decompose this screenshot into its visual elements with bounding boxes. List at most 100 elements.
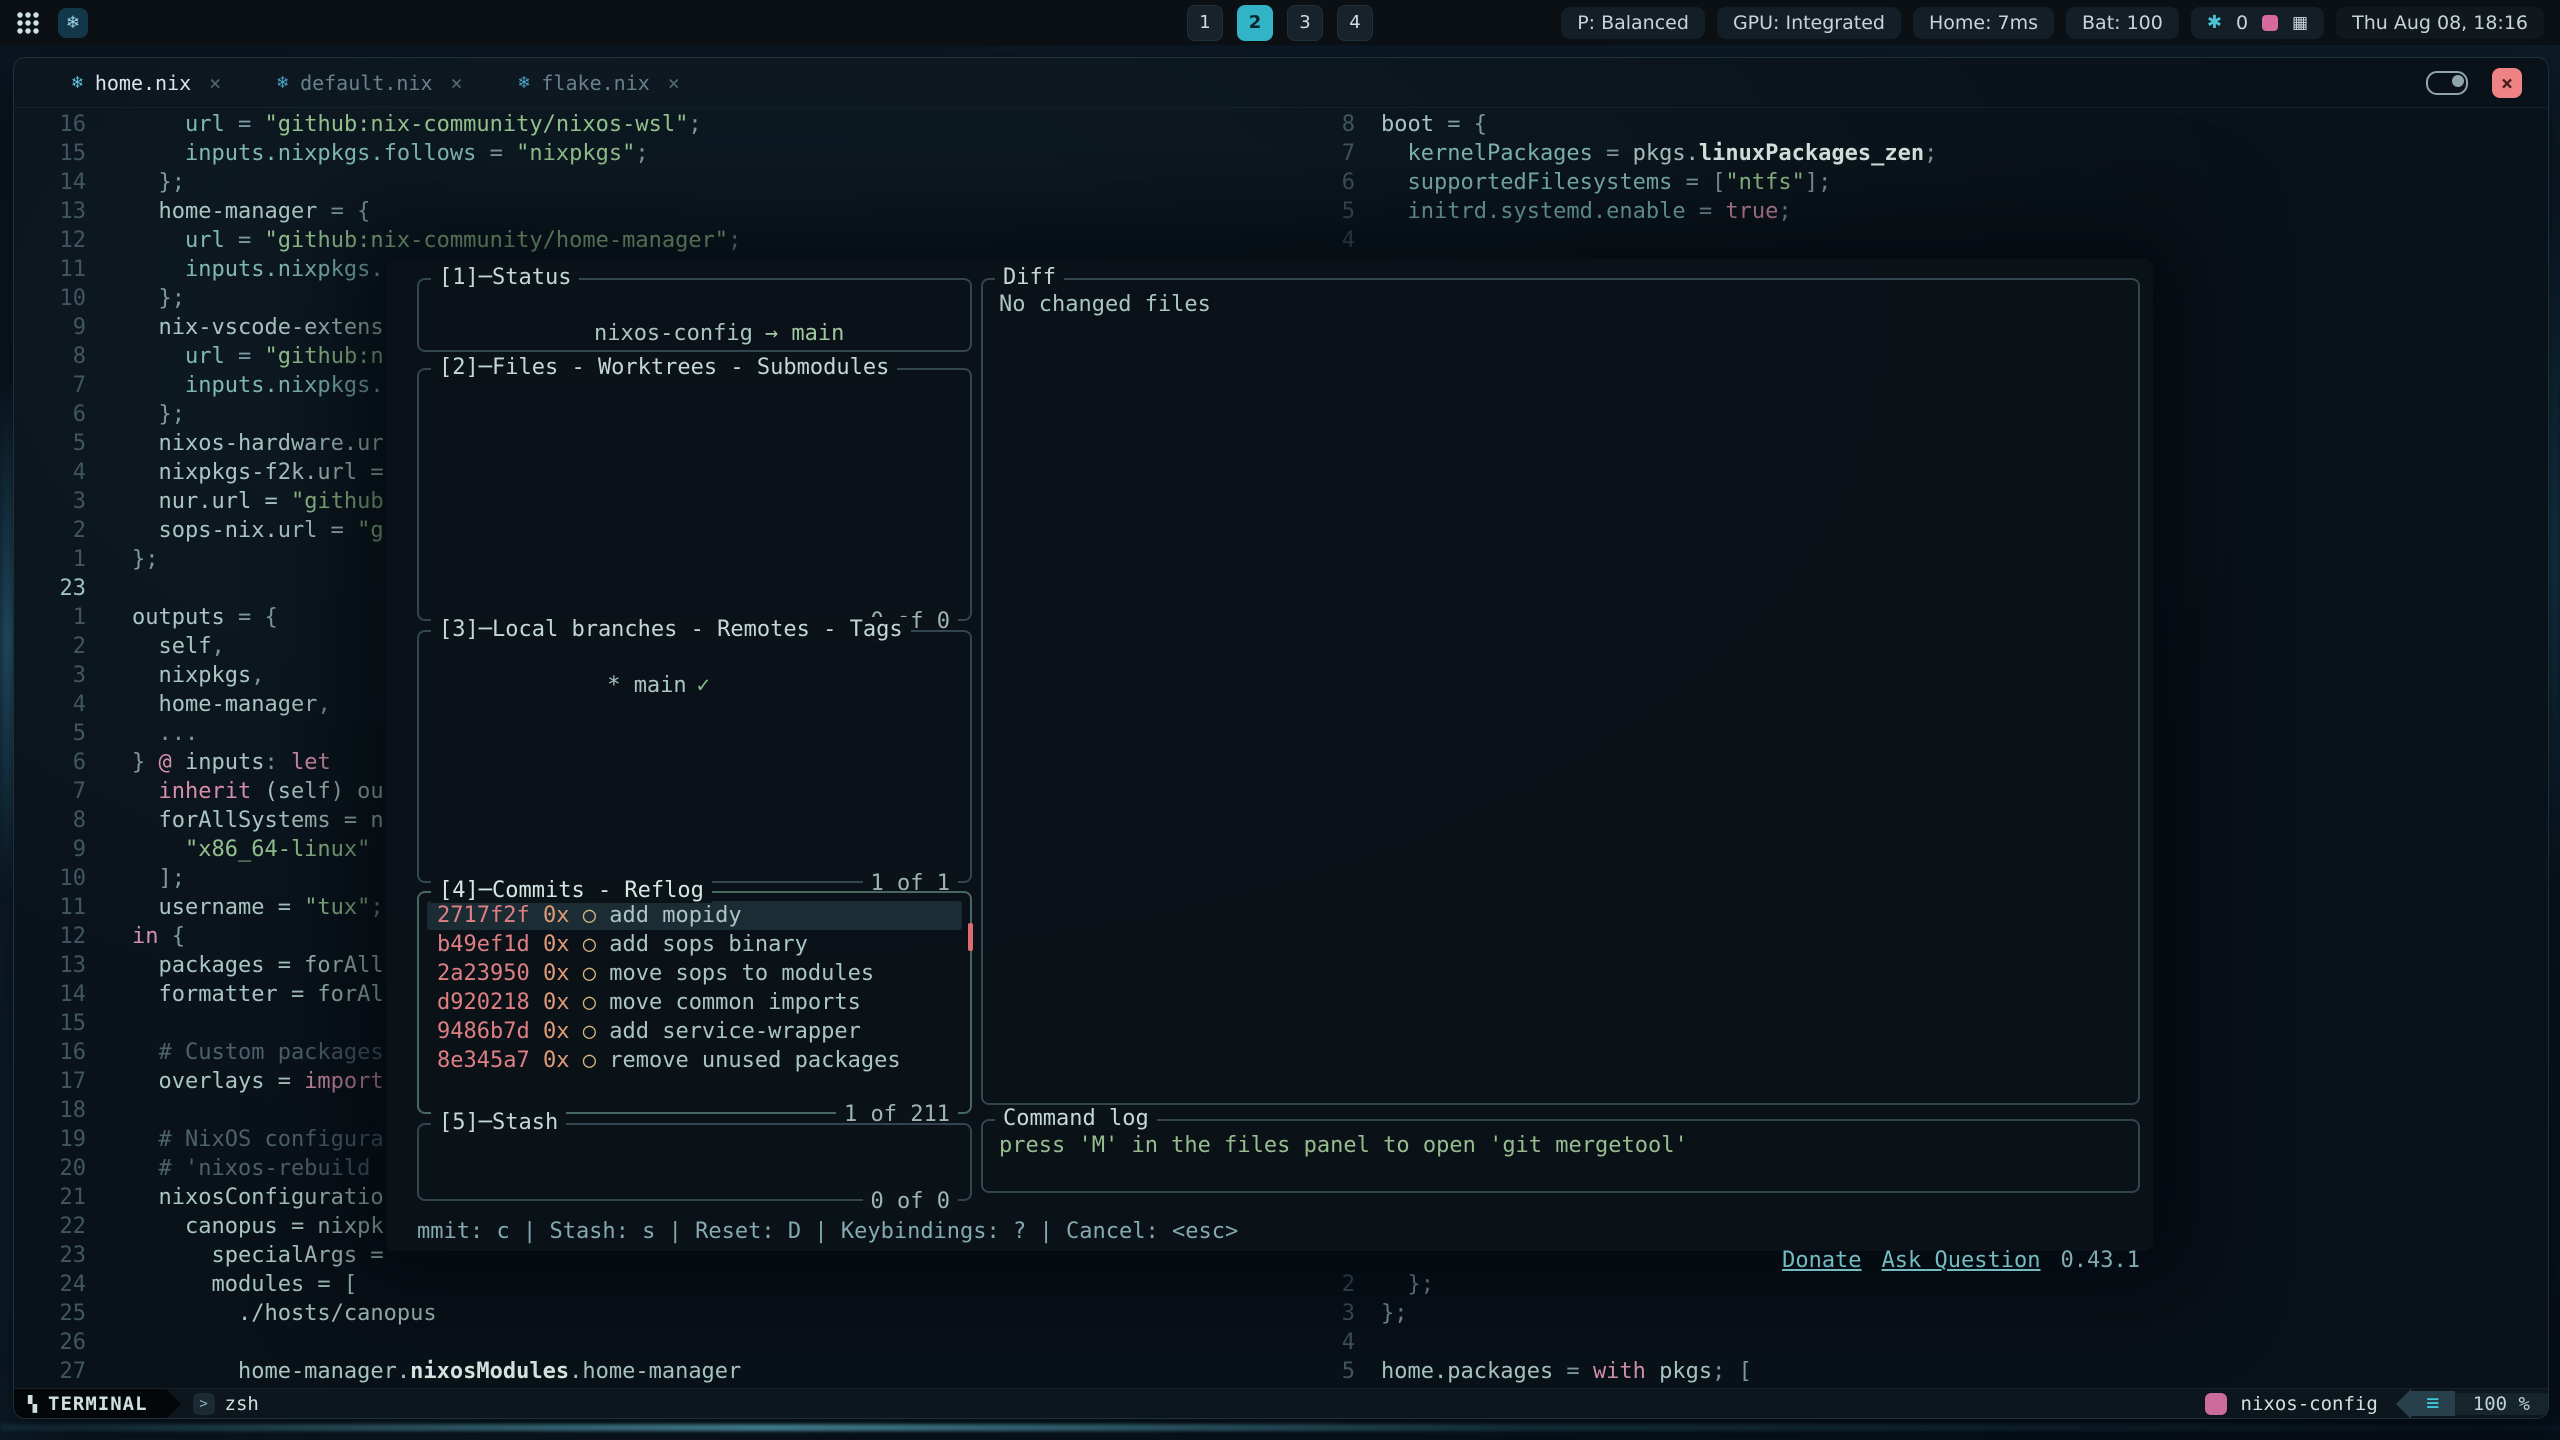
- code-text: nixosConfiguratio: [132, 1183, 384, 1212]
- apps-grid-icon[interactable]: ▦: [2292, 13, 2308, 33]
- nix-file-icon: ❄: [72, 72, 83, 93]
- commit-row[interactable]: 2a23950 0x ○ move sops to modules: [427, 959, 962, 988]
- line-number: 18: [14, 1096, 86, 1125]
- app-launcher-icon[interactable]: [16, 11, 40, 35]
- line-number: 8: [1307, 110, 1355, 139]
- lazygit-statusline: mmit: c | Stash: s | Reset: D | Keybindi…: [417, 1217, 2140, 1246]
- line-number: 12: [14, 226, 86, 255]
- commit-row[interactable]: b49ef1d 0x ○ add sops binary: [427, 930, 962, 959]
- tab-label: flake.nix: [541, 71, 649, 95]
- system-tray: ✱ 0 ▦: [2191, 7, 2324, 39]
- code-text: outputs = {: [132, 603, 278, 632]
- line-number: 15: [14, 139, 86, 168]
- line-number: 17: [14, 1067, 86, 1096]
- workspace-button-1[interactable]: 1: [1187, 5, 1223, 41]
- terminal-mode-indicator[interactable]: ▚ TERMINAL: [14, 1389, 166, 1418]
- lazygit-commits-panel[interactable]: [4]─Commits - Reflog 2717f2f 0x ○ add mo…: [417, 891, 972, 1114]
- float-toggle[interactable]: [2426, 71, 2468, 95]
- code-text: overlays = import: [132, 1067, 384, 1096]
- code-line: 3};: [1307, 1299, 2548, 1328]
- lazygit-status-panel[interactable]: [1]─Status nixos-config→ main: [417, 278, 972, 352]
- clock[interactable]: Thu Aug 08, 18:16: [2336, 7, 2544, 39]
- notification-count[interactable]: 0: [2236, 12, 2248, 34]
- commits-scrollbar[interactable]: [968, 923, 973, 951]
- lazygit-stash-panel[interactable]: [5]─Stash 0 of 0: [417, 1123, 972, 1201]
- code-text: modules = [: [132, 1270, 357, 1299]
- code-line: 4: [1307, 1328, 2548, 1357]
- line-number: 3: [14, 661, 86, 690]
- network-icon[interactable]: ✱: [2207, 12, 2222, 33]
- code-text: packages = forAll: [132, 951, 384, 980]
- code-text: inputs.nixpkgs.: [132, 255, 384, 284]
- line-number: 21: [14, 1183, 86, 1212]
- commit-list: 2717f2f 0x ○ add mopidyb49ef1d 0x ○ add …: [419, 893, 970, 1083]
- commit-row[interactable]: 9486b7d 0x ○ add service-wrapper: [427, 1017, 962, 1046]
- line-number: 16: [14, 1038, 86, 1067]
- donate-link[interactable]: Donate: [1782, 1248, 1861, 1273]
- commit-message: add sops binary: [609, 932, 808, 957]
- workspace-button-2[interactable]: 2: [1237, 5, 1273, 41]
- nix-file-icon: ❄: [519, 72, 530, 93]
- commit-hash: 9486b7d: [437, 1019, 530, 1044]
- lazygit-command-log-panel[interactable]: Command log press 'M' in the files panel…: [981, 1119, 2140, 1193]
- version-label: 0.43.1: [2061, 1248, 2140, 1273]
- ask-question-link[interactable]: Ask Question: [1882, 1248, 2041, 1273]
- line-number: 4: [14, 690, 86, 719]
- lazygit-files-panel[interactable]: [2]─Files - Worktrees - Submodules 0 of …: [417, 368, 972, 621]
- line-number: 1: [14, 603, 86, 632]
- tab-close-icon[interactable]: ×: [451, 71, 463, 95]
- window-close-button[interactable]: ×: [2492, 68, 2522, 98]
- battery-status: Bat: 100: [2066, 7, 2179, 39]
- code-text: nur.url = "github: [132, 487, 384, 516]
- top-status-bar: ❄ 1 2 3 4 P: Balanced GPU: Integrated Ho…: [0, 0, 2560, 45]
- tab-label: default.nix: [300, 71, 432, 95]
- commit-hash: 2717f2f: [437, 903, 530, 928]
- code-line: 5home.packages = with pkgs; [: [1307, 1357, 2548, 1386]
- code-text: nix-vscode-extens: [132, 313, 384, 342]
- nix-file-icon: ❄: [277, 72, 288, 93]
- commit-row[interactable]: d920218 0x ○ move common imports: [427, 988, 962, 1017]
- line-number: 10: [14, 864, 86, 893]
- code-text: kernelPackages = pkgs.linuxPackages_zen;: [1381, 139, 1937, 168]
- editor-tab-default-nix[interactable]: ❄ default.nix ×: [277, 71, 462, 95]
- lazygit-branches-panel[interactable]: [3]─Local branches - Remotes - Tags * ma…: [417, 630, 972, 883]
- panel-title: [1]─Status: [431, 265, 579, 290]
- tab-close-icon[interactable]: ×: [668, 71, 680, 95]
- line-number: 3: [1307, 1299, 1355, 1328]
- workspace-button-4[interactable]: 4: [1337, 5, 1373, 41]
- code-text: nixpkgs,: [132, 661, 264, 690]
- percent-indicator: 100 %: [2455, 1393, 2548, 1415]
- line-number: 11: [14, 893, 86, 922]
- code-text: };: [132, 284, 185, 313]
- editor-tab-flake-nix[interactable]: ❄ flake.nix ×: [519, 71, 680, 95]
- code-text: inputs.nixpkgs.: [132, 371, 384, 400]
- line-number: 6: [14, 748, 86, 777]
- line-number: 4: [1307, 1328, 1355, 1357]
- commit-row[interactable]: 8e345a7 0x ○ remove unused packages: [427, 1046, 962, 1075]
- layout-icon[interactable]: ≡: [2411, 1391, 2455, 1416]
- nix-logo-icon[interactable]: ❄: [58, 8, 88, 38]
- ping-status: Home: 7ms: [1913, 7, 2054, 39]
- code-line: 15 inputs.nixpkgs.follows = "nixpkgs";: [14, 139, 1307, 168]
- commit-author: 0x: [543, 1019, 570, 1044]
- statusbar-right-cluster: nixos-config ≡ 100 %: [2205, 1389, 2548, 1418]
- list-glyph: ≡: [2426, 1391, 2439, 1416]
- line-number: 6: [1307, 168, 1355, 197]
- line-number: 22: [14, 1212, 86, 1241]
- shell-tab[interactable]: > zsh: [193, 1389, 259, 1418]
- commit-row[interactable]: 2717f2f 0x ○ add mopidy: [427, 901, 962, 930]
- code-text: url = "github:nix-community/nixos-wsl";: [132, 110, 702, 139]
- lazygit-diff-panel[interactable]: Diff No changed files: [981, 278, 2140, 1105]
- code-line: 27 home-manager.nixosModules.home-manage…: [14, 1357, 1307, 1386]
- commit-message: add mopidy: [609, 903, 741, 928]
- code-text: };: [1381, 1299, 1408, 1328]
- recording-indicator-icon[interactable]: [2262, 15, 2278, 31]
- line-number: 27: [14, 1357, 86, 1386]
- workspace-button-3[interactable]: 3: [1287, 5, 1323, 41]
- editor-tab-home-nix[interactable]: ❄ home.nix ×: [72, 71, 221, 95]
- commit-graph-node: ○: [583, 990, 596, 1015]
- code-line: 8boot = {: [1307, 110, 2548, 139]
- wallpaper-streak: [2548, 200, 2560, 900]
- line-number: 7: [14, 777, 86, 806]
- tab-close-icon[interactable]: ×: [209, 71, 221, 95]
